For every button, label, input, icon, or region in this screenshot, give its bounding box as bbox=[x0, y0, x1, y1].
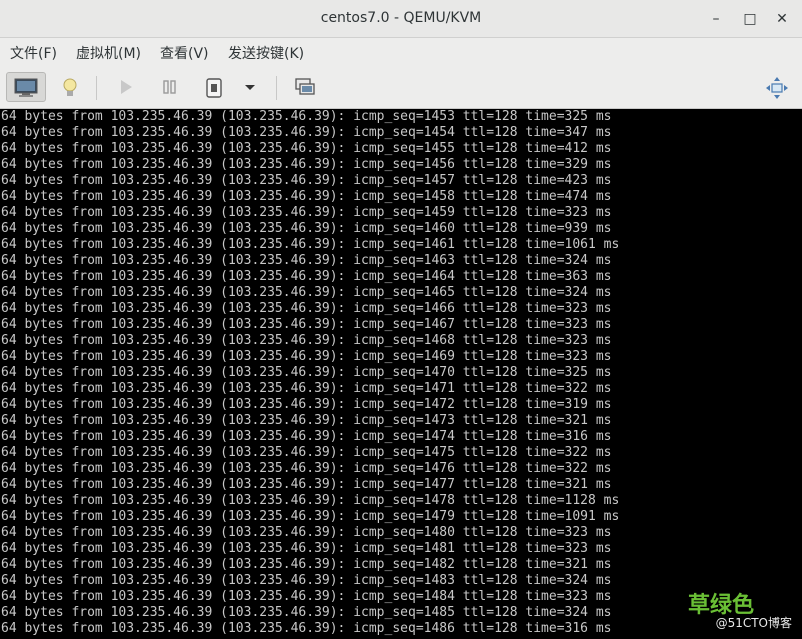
shutdown-button[interactable] bbox=[198, 72, 230, 102]
menu-file[interactable]: 文件(F) bbox=[10, 43, 57, 63]
close-button[interactable]: ✕ bbox=[772, 9, 792, 29]
details-button[interactable] bbox=[54, 72, 86, 102]
terminal-line: 64 bytes from 103.235.46.39 (103.235.46.… bbox=[1, 157, 612, 172]
terminal-line: 64 bytes from 103.235.46.39 (103.235.46.… bbox=[1, 413, 612, 428]
window-titlebar[interactable]: centos7.0 - QEMU/KVM – □ ✕ bbox=[0, 0, 802, 38]
run-icon bbox=[121, 80, 132, 94]
watermark-text: @51CTO博客 bbox=[715, 616, 792, 630]
pause-icon bbox=[163, 80, 176, 94]
terminal-line: 64 bytes from 103.235.46.39 (103.235.46.… bbox=[1, 285, 612, 300]
terminal-line: 64 bytes from 103.235.46.39 (103.235.46.… bbox=[1, 445, 612, 460]
toolbar bbox=[0, 66, 802, 109]
terminal-line: 64 bytes from 103.235.46.39 (103.235.46.… bbox=[1, 525, 612, 540]
minimize-button[interactable]: – bbox=[706, 9, 726, 29]
terminal-line: 64 bytes from 103.235.46.39 (103.235.46.… bbox=[1, 317, 612, 332]
terminal-line: 64 bytes from 103.235.46.39 (103.235.46.… bbox=[1, 541, 612, 556]
terminal-line: 64 bytes from 103.235.46.39 (103.235.46.… bbox=[1, 621, 612, 636]
terminal-line: 64 bytes from 103.235.46.39 (103.235.46.… bbox=[1, 301, 612, 316]
terminal-line: 64 bytes from 103.235.46.39 (103.235.46.… bbox=[1, 573, 612, 588]
terminal-line: 64 bytes from 103.235.46.39 (103.235.46.… bbox=[1, 429, 612, 444]
terminal-line: 64 bytes from 103.235.46.39 (103.235.46.… bbox=[1, 477, 612, 492]
fullscreen-button[interactable] bbox=[760, 72, 792, 102]
terminal-line: 64 bytes from 103.235.46.39 (103.235.46.… bbox=[1, 173, 612, 188]
toolbar-separator bbox=[96, 76, 97, 100]
run-button[interactable] bbox=[110, 72, 142, 102]
menu-send-key[interactable]: 发送按键(K) bbox=[228, 43, 304, 63]
menu-bar: 文件(F) 虚拟机(M) 查看(V) 发送按键(K) bbox=[0, 38, 802, 66]
terminal-line: 64 bytes from 103.235.46.39 (103.235.46.… bbox=[1, 365, 612, 380]
window-title: centos7.0 - QEMU/KVM bbox=[320, 10, 482, 26]
terminal-line: 64 bytes from 103.235.46.39 (103.235.46.… bbox=[1, 461, 612, 476]
shutdown-icon bbox=[206, 78, 222, 98]
vm-console-display[interactable]: 64 bytes from 103.235.46.39 (103.235.46.… bbox=[0, 109, 802, 639]
menu-vm[interactable]: 虚拟机(M) bbox=[76, 43, 141, 63]
fullscreen-icon bbox=[766, 77, 788, 99]
terminal-line: 64 bytes from 103.235.46.39 (103.235.46.… bbox=[1, 349, 612, 364]
shutdown-menu-button[interactable] bbox=[236, 72, 264, 102]
snapshots-button[interactable] bbox=[288, 72, 320, 102]
terminal-line: 64 bytes from 103.235.46.39 (103.235.46.… bbox=[1, 605, 612, 620]
terminal-line: 64 bytes from 103.235.46.39 (103.235.46.… bbox=[1, 509, 620, 524]
terminal-line: 64 bytes from 103.235.46.39 (103.235.46.… bbox=[1, 189, 612, 204]
terminal-line: 64 bytes from 103.235.46.39 (103.235.46.… bbox=[1, 141, 612, 156]
terminal-line: 64 bytes from 103.235.46.39 (103.235.46.… bbox=[1, 269, 612, 284]
terminal-line: 64 bytes from 103.235.46.39 (103.235.46.… bbox=[1, 333, 612, 348]
terminal-line: 64 bytes from 103.235.46.39 (103.235.46.… bbox=[1, 109, 612, 124]
terminal-line: 64 bytes from 103.235.46.39 (103.235.46.… bbox=[1, 205, 612, 220]
terminal-line: 64 bytes from 103.235.46.39 (103.235.46.… bbox=[1, 253, 612, 268]
terminal-line: 64 bytes from 103.235.46.39 (103.235.46.… bbox=[1, 237, 620, 252]
details-lightbulb-icon bbox=[63, 78, 77, 96]
console-icon bbox=[14, 78, 38, 97]
terminal-line: 64 bytes from 103.235.46.39 (103.235.46.… bbox=[1, 221, 612, 236]
terminal-line: 64 bytes from 103.235.46.39 (103.235.46.… bbox=[1, 381, 612, 396]
menu-view[interactable]: 查看(V) bbox=[160, 43, 209, 63]
terminal-line: 64 bytes from 103.235.46.39 (103.235.46.… bbox=[1, 493, 620, 508]
terminal-output: 64 bytes from 103.235.46.39 (103.235.46.… bbox=[1, 109, 619, 637]
terminal-line: 64 bytes from 103.235.46.39 (103.235.46.… bbox=[1, 125, 612, 140]
snapshots-icon bbox=[295, 78, 315, 95]
pause-button[interactable] bbox=[154, 72, 186, 102]
toolbar-separator bbox=[276, 76, 277, 100]
terminal-line: 64 bytes from 103.235.46.39 (103.235.46.… bbox=[1, 397, 612, 412]
console-button[interactable] bbox=[6, 72, 46, 102]
shutdown-menu-icon bbox=[245, 85, 255, 90]
maximize-button[interactable]: □ bbox=[740, 9, 760, 29]
terminal-line: 64 bytes from 103.235.46.39 (103.235.46.… bbox=[1, 589, 612, 604]
terminal-line: 64 bytes from 103.235.46.39 (103.235.46.… bbox=[1, 557, 612, 572]
